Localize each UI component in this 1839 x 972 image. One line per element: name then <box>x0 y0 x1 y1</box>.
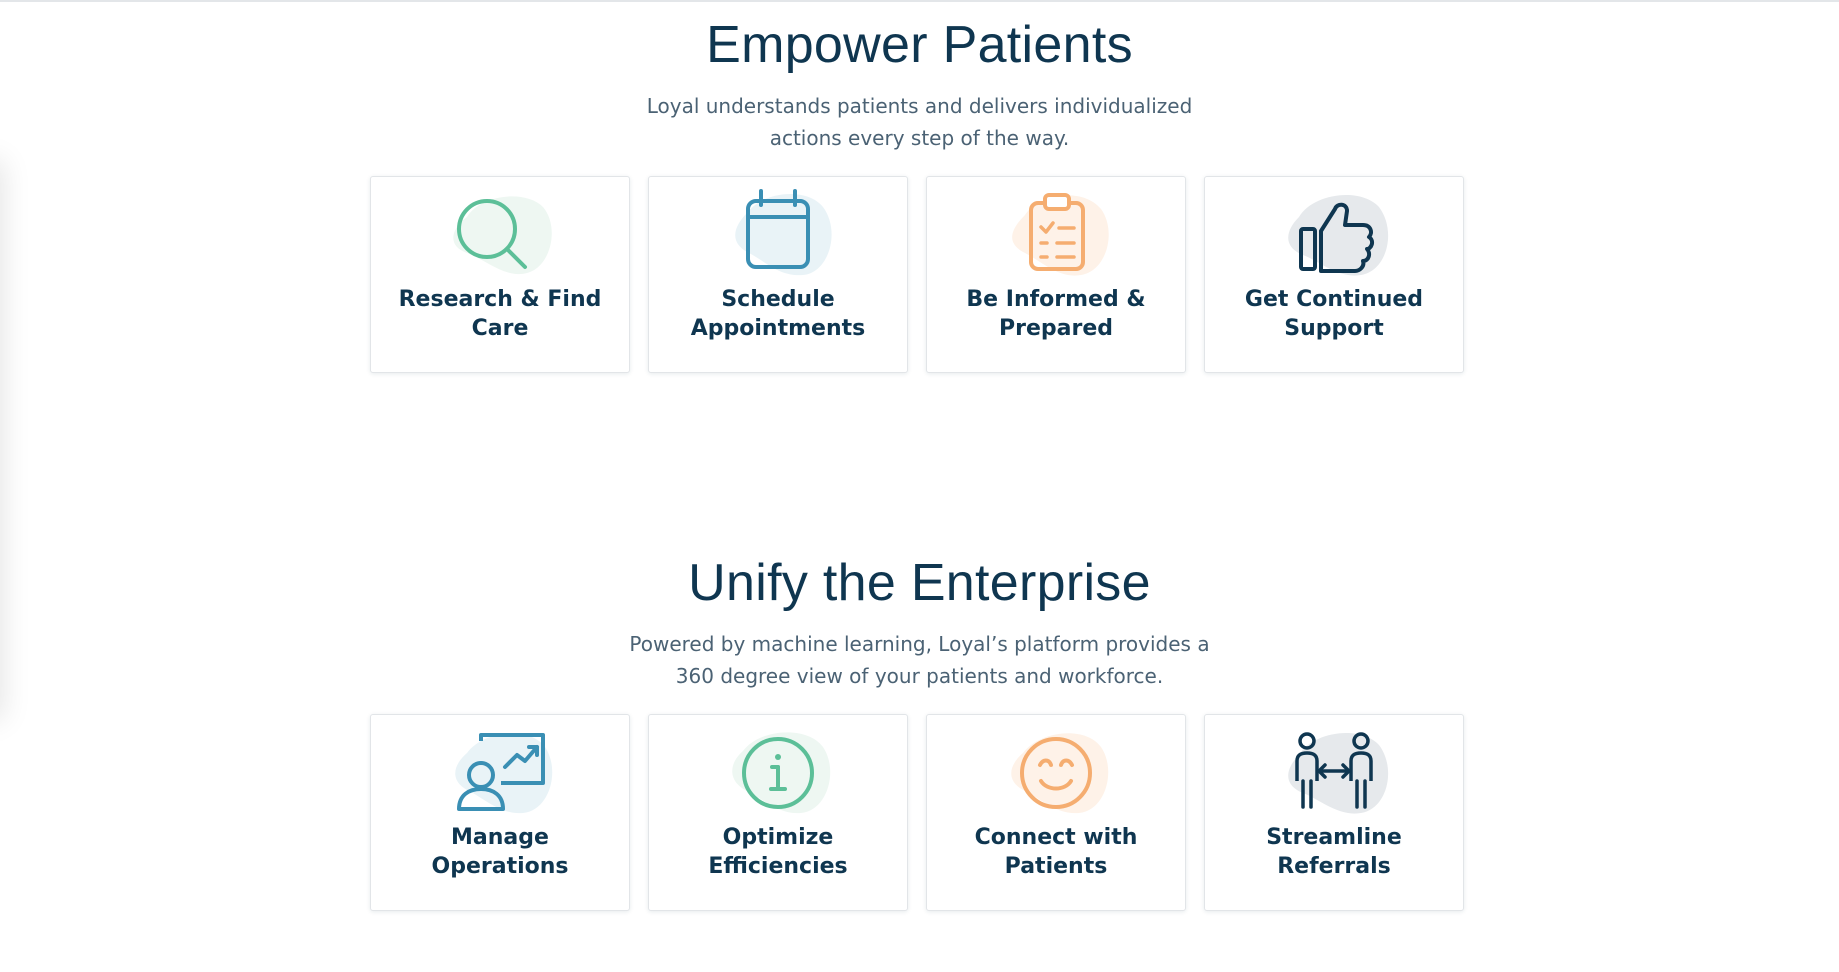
search-icon <box>425 187 575 287</box>
card-label: Research & Find Care <box>398 287 602 341</box>
card-get-continued-support[interactable]: Get Continued Support <box>1204 176 1464 373</box>
card-label: Get Continued Support <box>1244 287 1424 341</box>
section-description: Powered by machine learning, Loyal’s pla… <box>629 632 1210 688</box>
calendar-icon <box>703 187 853 287</box>
card-grid: Research & Find Care Schedule Appointmen… <box>370 176 1464 373</box>
card-label: Streamline Referrals <box>1266 825 1402 879</box>
card-label: Schedule Appointments <box>690 287 866 341</box>
info-icon <box>703 725 853 825</box>
referral-icon <box>1259 725 1409 825</box>
unify-enterprise-section: Unify the Enterprise Powered by machine … <box>0 552 1839 911</box>
card-connect-with-patients[interactable]: Connect with Patients <box>926 714 1186 911</box>
card-label: Be Informed & Prepared <box>966 287 1146 341</box>
empower-patients-section: Empower Patients Loyal understands patie… <box>0 14 1839 373</box>
card-schedule-appointments[interactable]: Schedule Appointments <box>648 176 908 373</box>
card-grid: Manage Operations Optimize Efficiencies <box>370 714 1464 911</box>
top-divider <box>0 0 1839 2</box>
section-title: Unify the Enterprise <box>688 554 1151 612</box>
thumbs-up-icon <box>1259 187 1409 287</box>
card-streamline-referrals[interactable]: Streamline Referrals <box>1204 714 1464 911</box>
section-description: Loyal understands patients and delivers … <box>646 94 1193 150</box>
card-manage-operations[interactable]: Manage Operations <box>370 714 630 911</box>
presentation-icon <box>425 725 575 825</box>
clipboard-icon <box>981 187 1131 287</box>
section-title: Empower Patients <box>706 16 1133 74</box>
card-research-find-care[interactable]: Research & Find Care <box>370 176 630 373</box>
card-label: Optimize Efficiencies <box>708 825 848 879</box>
card-optimize-efficiencies[interactable]: Optimize Efficiencies <box>648 714 908 911</box>
smile-icon <box>981 725 1131 825</box>
card-label: Connect with Patients <box>974 825 1138 879</box>
card-label: Manage Operations <box>431 825 569 879</box>
card-be-informed-prepared[interactable]: Be Informed & Prepared <box>926 176 1186 373</box>
